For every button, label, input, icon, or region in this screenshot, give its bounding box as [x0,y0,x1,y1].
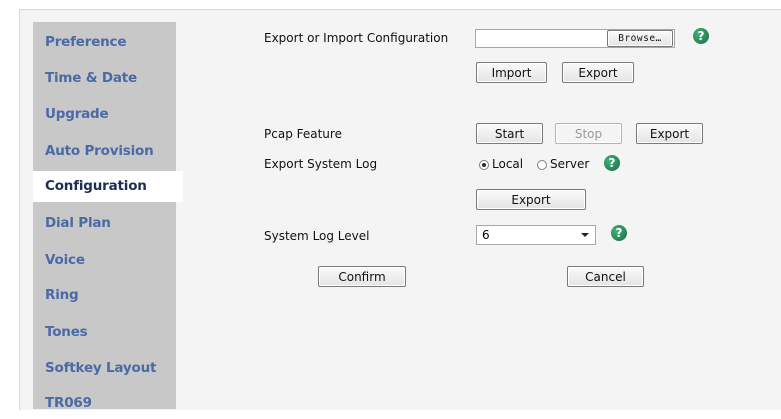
confirm-button[interactable]: Confirm [318,266,406,287]
export-system-log-label: Export System Log [264,157,378,171]
sidebar-item-upgrade[interactable]: Upgrade [33,99,176,130]
browse-button[interactable]: Browse… [607,30,673,47]
sidebar-item-tr069[interactable]: TR069 [33,388,176,419]
sidebar-item-softkey-layout[interactable]: Softkey Layout [33,353,176,384]
export-import-config-label: Export or Import Configuration [264,31,449,45]
radio-local[interactable] [479,160,489,170]
radio-server-label: Server [550,157,590,171]
pcap-export-button[interactable]: Export [636,123,703,144]
select-value: 6 [482,228,490,242]
system-log-level-select[interactable]: 6 [476,225,596,245]
import-button[interactable]: Import [476,62,547,83]
sidebar-item-dial-plan[interactable]: Dial Plan [33,208,176,239]
pcap-start-button[interactable]: Start [476,123,543,144]
sidebar-item-tones[interactable]: Tones [33,317,176,348]
sidebar-item-ring[interactable]: Ring [33,280,176,311]
sidebar-item-configuration[interactable]: Configuration [33,171,183,202]
pcap-stop-button[interactable]: Stop [555,123,622,144]
chevron-down-icon [581,233,589,237]
sidebar-item-preference[interactable]: Preference [33,27,176,58]
radio-local-label: Local [492,157,524,171]
pcap-feature-label: Pcap Feature [264,127,342,141]
sidebar-item-voice[interactable]: Voice [33,245,176,276]
syslog-export-button[interactable]: Export [476,189,586,210]
system-log-level-label: System Log Level [264,229,370,243]
help-icon[interactable]: ? [604,155,620,171]
sidebar-item-auto-provision[interactable]: Auto Provision [33,136,176,167]
export-config-button[interactable]: Export [562,62,634,83]
radio-server[interactable] [537,160,547,170]
sidebar-item-time-date[interactable]: Time & Date [33,63,176,94]
cancel-button[interactable]: Cancel [567,266,644,287]
help-icon[interactable]: ? [611,225,627,241]
help-icon[interactable]: ? [693,28,709,44]
